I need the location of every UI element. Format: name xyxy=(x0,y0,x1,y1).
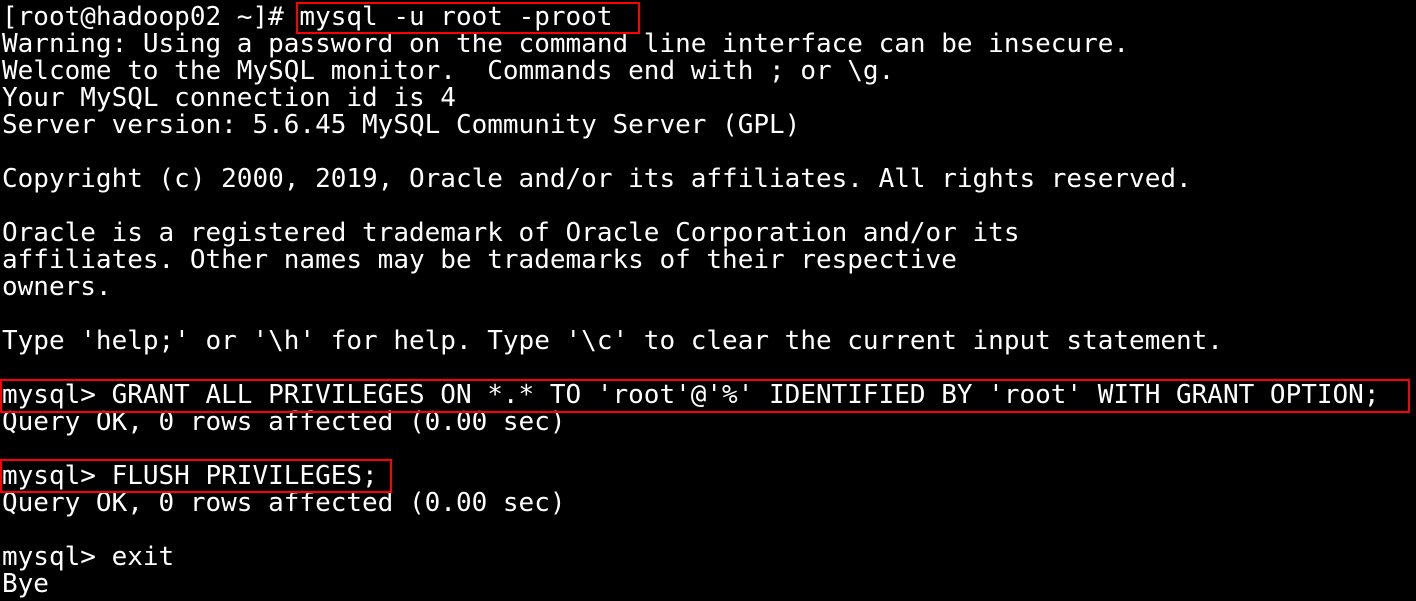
query-result-line: Query OK, 0 rows affected (0.00 sec) xyxy=(2,407,566,437)
output-line: Bye xyxy=(2,569,49,599)
terminal-window[interactable]: [root@hadoop02 ~]# mysql -u root -proot … xyxy=(0,0,1416,601)
query-result-line: Query OK, 0 rows affected (0.00 sec) xyxy=(2,488,566,518)
shell-prompt-line: [root@hadoop02 ~]# mysql -u root -proot xyxy=(2,4,613,31)
output-line: Welcome to the MySQL monitor. Commands e… xyxy=(2,56,895,86)
shell-command: mysql -u root -proot xyxy=(299,2,613,32)
output-line: Server version: 5.6.45 MySQL Community S… xyxy=(2,110,801,140)
output-line: affiliates. Other names may be trademark… xyxy=(2,245,957,275)
mysql-grant-command: mysql> GRANT ALL PRIVILEGES ON *.* TO 'r… xyxy=(2,380,1380,410)
output-line: Warning: Using a password on the command… xyxy=(2,29,1130,59)
output-line: Type 'help;' or '\h' for help. Type '\c'… xyxy=(2,326,1223,356)
output-line: Copyright (c) 2000, 2019, Oracle and/or … xyxy=(2,164,1192,194)
shell-prompt: [root@hadoop02 ~]# xyxy=(2,2,300,32)
output-line: owners. xyxy=(2,272,112,302)
output-line: Your MySQL connection id is 4 xyxy=(2,83,456,113)
mysql-flush-command: mysql> FLUSH PRIVILEGES; xyxy=(2,461,378,491)
mysql-exit-command: mysql> exit xyxy=(2,542,175,572)
output-line: Oracle is a registered trademark of Orac… xyxy=(2,218,1020,248)
